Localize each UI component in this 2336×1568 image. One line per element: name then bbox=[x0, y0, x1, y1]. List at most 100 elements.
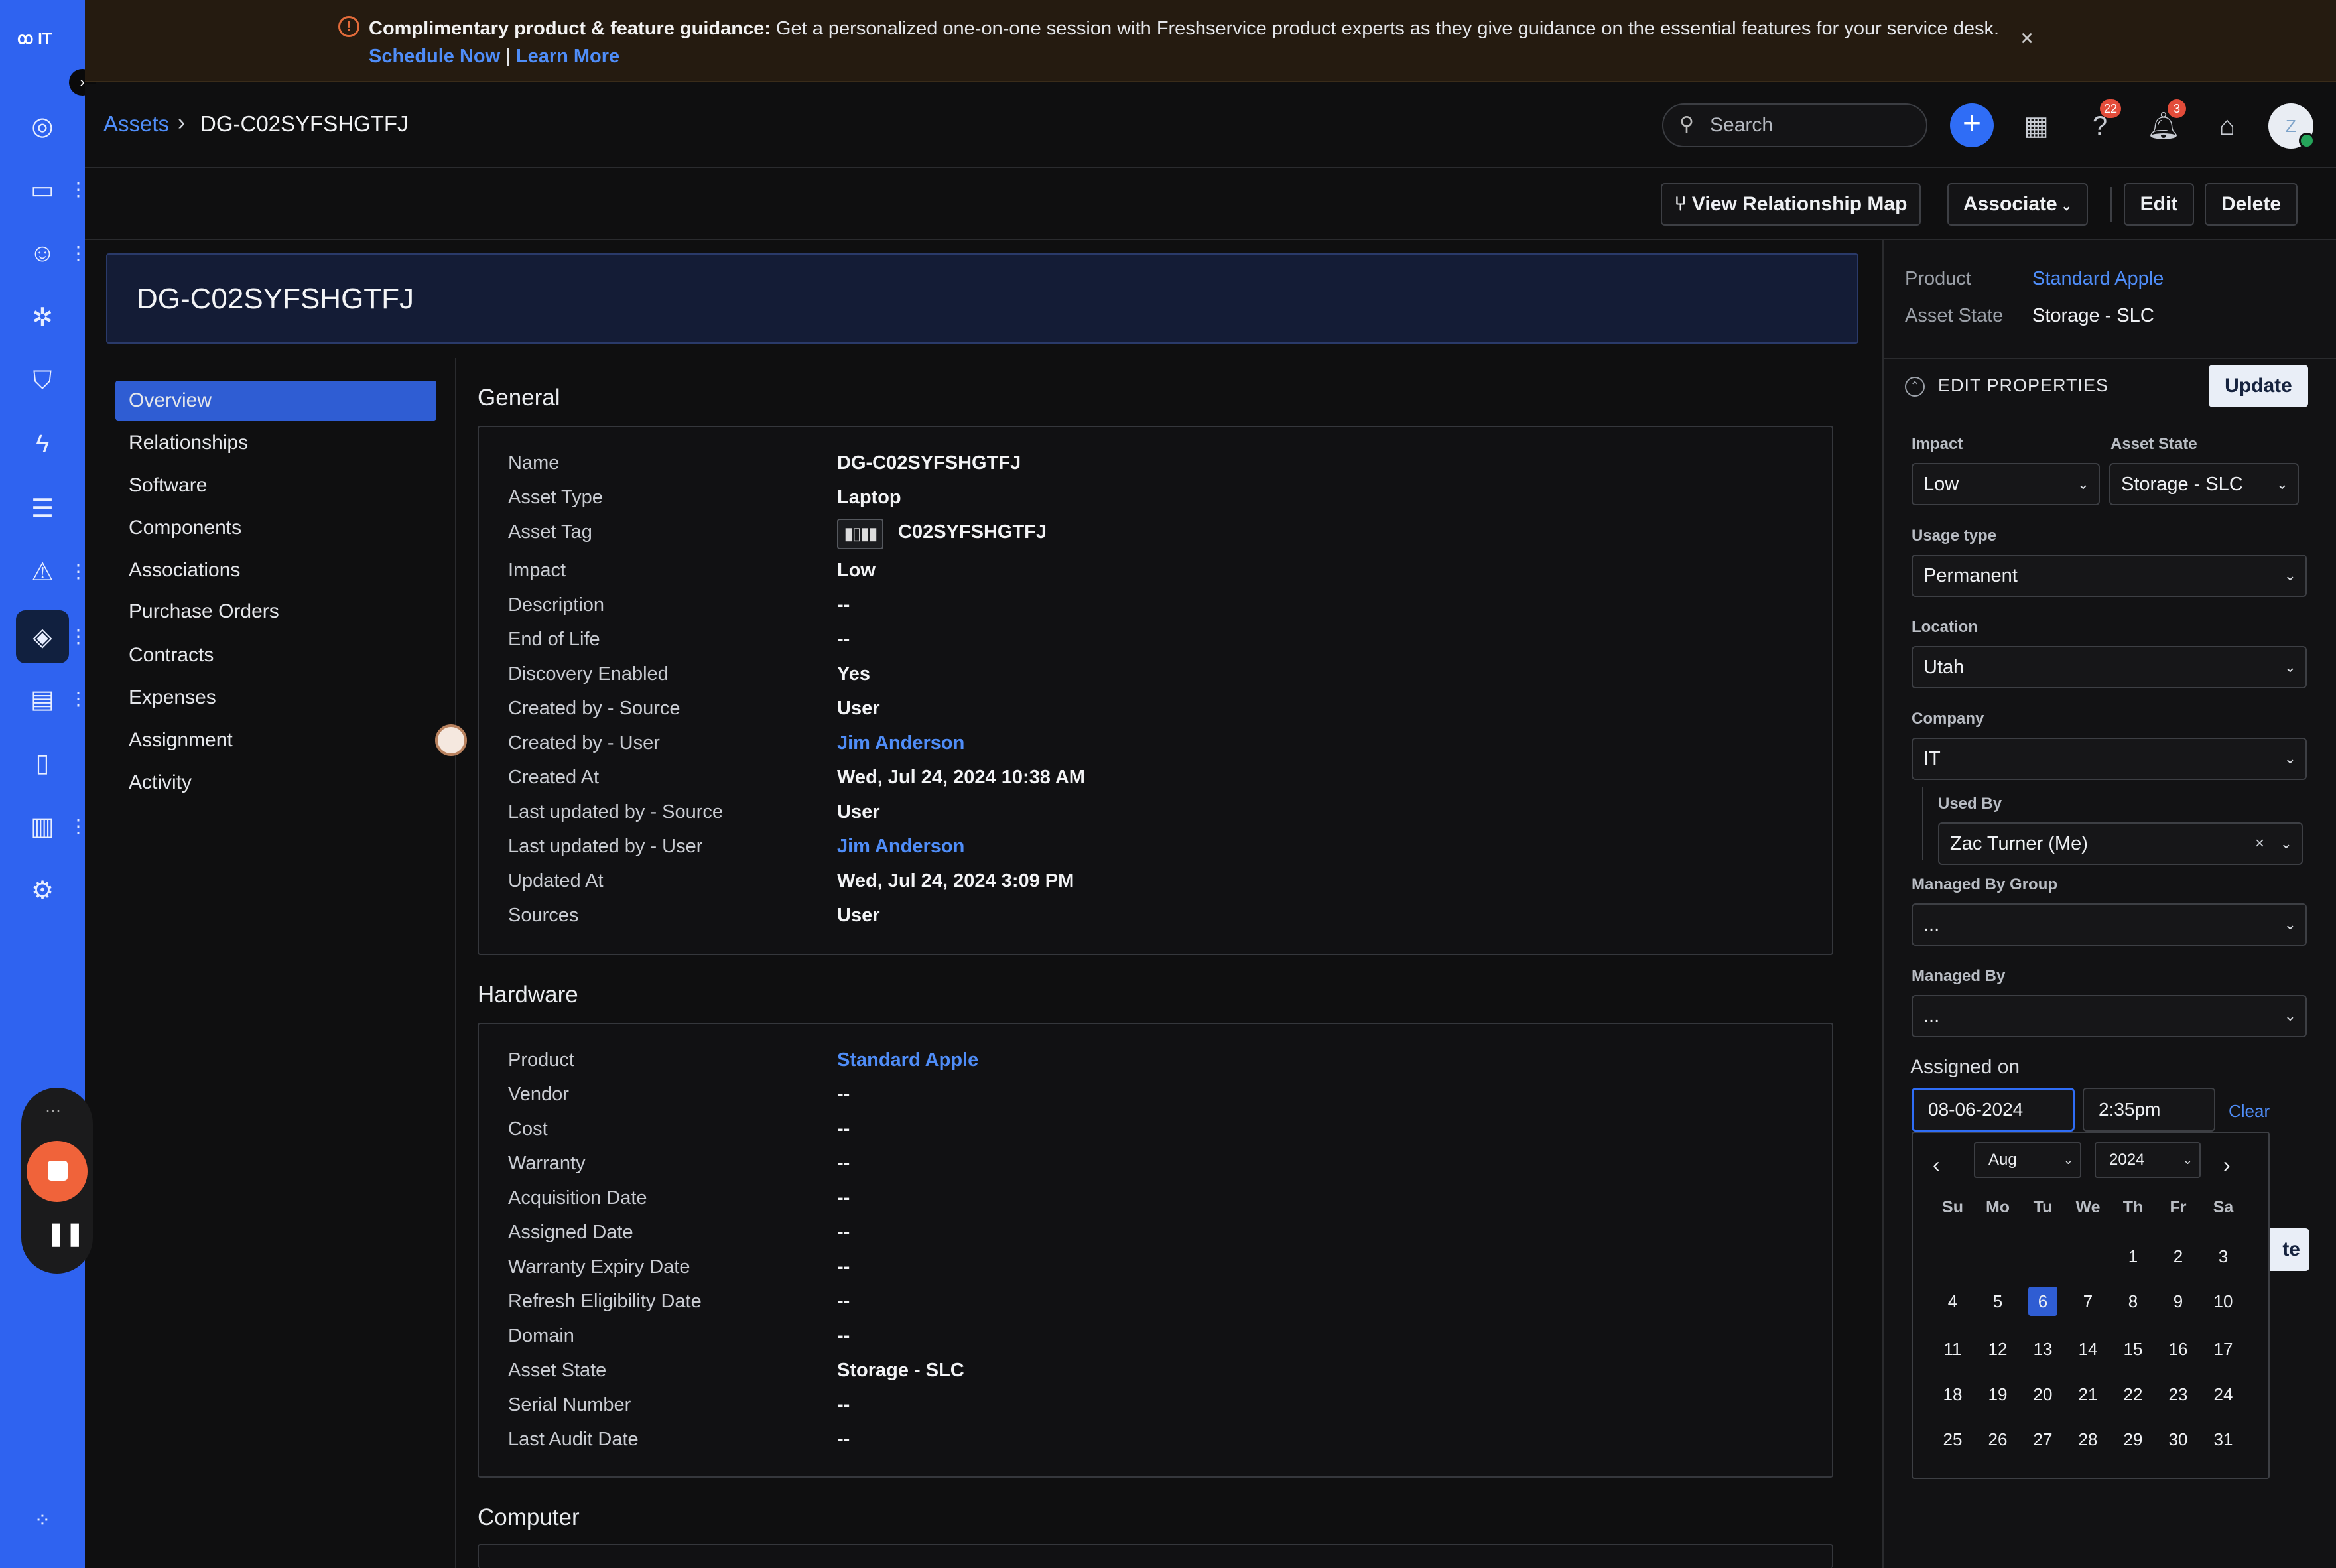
reports-icon[interactable]: ▥ bbox=[24, 808, 61, 845]
assets-more-icon[interactable]: ⋮ bbox=[69, 623, 88, 650]
calendar-day[interactable]: 15 bbox=[2113, 1335, 2153, 1364]
nav-item-purchase-orders[interactable]: Purchase Orders bbox=[129, 598, 279, 625]
edit-button[interactable]: Edit bbox=[2124, 183, 2194, 226]
general-field-value[interactable]: Jim Anderson bbox=[837, 833, 964, 860]
new-item-button[interactable]: + bbox=[1950, 103, 1994, 147]
app-logo[interactable]: ꝏ IT bbox=[17, 29, 70, 56]
assigned-time-input[interactable]: 2:35pm bbox=[2083, 1088, 2215, 1132]
prev-month-icon[interactable]: ‹ bbox=[1933, 1153, 1940, 1177]
calendar-day[interactable]: 7 bbox=[2068, 1287, 2108, 1316]
managed-by-select[interactable]: ... ⌄ bbox=[1912, 995, 2307, 1037]
calendar-day-selected[interactable]: 6 bbox=[2028, 1287, 2057, 1316]
calendar-day[interactable]: 13 bbox=[2023, 1335, 2063, 1364]
changes-icon[interactable]: ⛉ bbox=[24, 362, 61, 399]
tickets-icon[interactable]: ▭ bbox=[24, 171, 61, 208]
calendar-day[interactable]: 9 bbox=[2158, 1287, 2198, 1316]
calendar-day[interactable]: 19 bbox=[1978, 1380, 2018, 1409]
breadcrumb-assets-link[interactable]: Assets bbox=[103, 111, 169, 137]
clear-date-link[interactable]: Clear bbox=[2229, 1101, 2270, 1122]
close-icon[interactable]: × bbox=[2015, 27, 2039, 50]
product-link[interactable]: Standard Apple bbox=[2032, 268, 2164, 290]
asset-state-select[interactable]: Storage - SLC ⌄ bbox=[2109, 463, 2299, 505]
calendar-day[interactable]: 27 bbox=[2023, 1425, 2063, 1454]
associate-button[interactable]: Associate ⌄ bbox=[1947, 183, 2088, 226]
chevron-down-icon: ⌄ bbox=[2284, 750, 2296, 767]
collapse-chevron-icon[interactable]: ⌃ bbox=[1905, 377, 1925, 397]
contacts-more-icon[interactable]: ⋮ bbox=[69, 240, 88, 267]
used-by-select[interactable]: Zac Turner (Me) × ⌄ bbox=[1938, 822, 2303, 865]
calendar-day[interactable]: 12 bbox=[1978, 1335, 2018, 1364]
alerts-icon[interactable]: ⚠ bbox=[24, 553, 61, 590]
clear-selection-icon[interactable]: × bbox=[2255, 824, 2264, 864]
reports-more-icon[interactable]: ⋮ bbox=[69, 813, 88, 840]
general-field-value[interactable]: Jim Anderson bbox=[837, 730, 964, 756]
pause-icon[interactable]: ❚❚ bbox=[46, 1220, 84, 1246]
tasks-icon[interactable]: ☰ bbox=[24, 490, 61, 527]
requests-icon[interactable]: ▦ bbox=[2015, 105, 2057, 147]
calendar-day[interactable]: 24 bbox=[2203, 1380, 2243, 1409]
year-select[interactable]: 2024 ⌄ bbox=[2095, 1142, 2201, 1178]
delete-button[interactable]: Delete bbox=[2205, 183, 2298, 226]
calendar-day[interactable]: 3 bbox=[2203, 1242, 2243, 1271]
month-select[interactable]: Aug ⌄ bbox=[1974, 1142, 2081, 1178]
calendar-day[interactable]: 23 bbox=[2158, 1380, 2198, 1409]
apps-grid-icon[interactable]: ⁘ bbox=[24, 1502, 61, 1539]
calendar-day[interactable]: 10 bbox=[2203, 1287, 2243, 1316]
calendar-day[interactable]: 26 bbox=[1978, 1425, 2018, 1454]
dashboard-icon[interactable]: ◎ bbox=[24, 107, 61, 145]
nav-item-expenses[interactable]: Expenses bbox=[129, 685, 216, 711]
calendar-day[interactable]: 14 bbox=[2068, 1335, 2108, 1364]
alerts-more-icon[interactable]: ⋮ bbox=[69, 558, 88, 585]
solutions-icon[interactable]: ▯ bbox=[24, 744, 61, 781]
next-month-icon[interactable]: › bbox=[2223, 1153, 2231, 1177]
location-select[interactable]: Utah ⌄ bbox=[1912, 646, 2307, 688]
calendar-day[interactable]: 1 bbox=[2113, 1242, 2153, 1271]
calendar-day[interactable]: 18 bbox=[1933, 1380, 1973, 1409]
portal-icon[interactable]: ⌂ bbox=[2206, 105, 2248, 147]
managed-by-group-select[interactable]: ... ⌄ bbox=[1912, 903, 2307, 946]
edit-properties-heading[interactable]: EDIT PROPERTIES bbox=[1938, 375, 2109, 396]
calendar-day[interactable]: 5 bbox=[1978, 1287, 2018, 1316]
calendar-day[interactable]: 22 bbox=[2113, 1380, 2153, 1409]
purchase-more-icon[interactable]: ⋮ bbox=[69, 686, 88, 712]
calendar-day[interactable]: 16 bbox=[2158, 1335, 2198, 1364]
contacts-icon[interactable]: ☺ bbox=[24, 235, 61, 272]
tickets-more-icon[interactable]: ⋮ bbox=[69, 176, 88, 203]
calendar-day[interactable]: 20 bbox=[2023, 1380, 2063, 1409]
assets-icon[interactable]: ◈ bbox=[24, 618, 61, 655]
learn-more-link[interactable]: Learn More bbox=[516, 46, 619, 67]
schedule-now-link[interactable]: Schedule Now bbox=[369, 46, 500, 67]
company-select[interactable]: IT ⌄ bbox=[1912, 738, 2307, 780]
impact-select[interactable]: Low ⌄ bbox=[1912, 463, 2100, 505]
calendar-day[interactable]: 2 bbox=[2158, 1242, 2198, 1271]
recorder-drag-icon[interactable]: ⋯ bbox=[45, 1101, 69, 1121]
nav-item-relationships[interactable]: Relationships bbox=[129, 430, 248, 456]
calendar-day[interactable]: 4 bbox=[1933, 1287, 1973, 1316]
admin-icon[interactable]: ⚙ bbox=[24, 872, 61, 909]
view-relationship-map-button[interactable]: ⑂ View Relationship Map bbox=[1661, 183, 1921, 226]
assigned-date-input[interactable]: 08-06-2024 bbox=[1912, 1088, 2075, 1132]
calendar-day[interactable]: 25 bbox=[1933, 1425, 1973, 1454]
calendar-day[interactable]: 29 bbox=[2113, 1425, 2153, 1454]
nav-item-associations[interactable]: Associations bbox=[129, 557, 240, 584]
nav-item-overview[interactable]: Overview bbox=[129, 387, 212, 414]
nav-item-software[interactable]: Software bbox=[129, 472, 207, 499]
calendar-day[interactable]: 30 bbox=[2158, 1425, 2198, 1454]
calendar-day[interactable]: 21 bbox=[2068, 1380, 2108, 1409]
nav-item-assignment[interactable]: Assignment bbox=[129, 727, 233, 753]
releases-icon[interactable]: ϟ bbox=[24, 426, 61, 463]
problems-icon[interactable]: ✲ bbox=[24, 298, 61, 336]
calendar-day[interactable]: 31 bbox=[2203, 1425, 2243, 1454]
calendar-day[interactable]: 28 bbox=[2068, 1425, 2108, 1454]
hardware-field-value[interactable]: Standard Apple bbox=[837, 1047, 978, 1073]
purchase-icon[interactable]: ▤ bbox=[24, 681, 61, 718]
nav-item-components[interactable]: Components bbox=[129, 515, 241, 541]
general-section bbox=[478, 426, 1833, 955]
update-button[interactable]: Update bbox=[2209, 365, 2308, 407]
calendar-day[interactable]: 11 bbox=[1933, 1335, 1973, 1364]
usage-type-select[interactable]: Permanent ⌄ bbox=[1912, 555, 2307, 597]
nav-item-activity[interactable]: Activity bbox=[129, 769, 192, 796]
nav-item-contracts[interactable]: Contracts bbox=[129, 642, 214, 669]
calendar-day[interactable]: 17 bbox=[2203, 1335, 2243, 1364]
calendar-day[interactable]: 8 bbox=[2113, 1287, 2153, 1316]
